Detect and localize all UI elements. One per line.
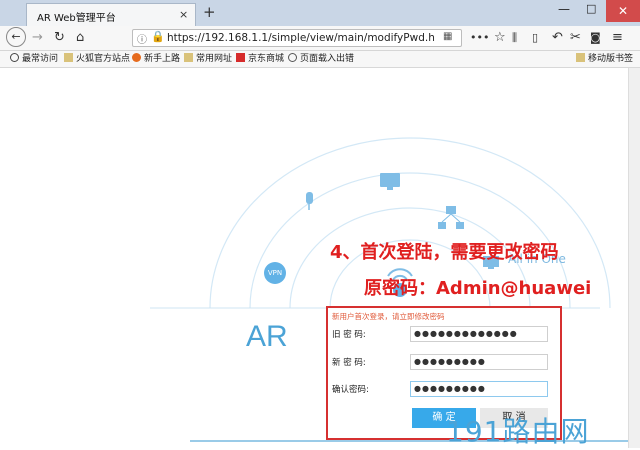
- maximize-button[interactable]: □: [586, 2, 596, 15]
- firefox-icon: [132, 53, 141, 62]
- back-icon[interactable]: ←: [6, 27, 26, 47]
- bookmark-label: 页面载入出错: [300, 54, 355, 64]
- bookmark-item-common-sites[interactable]: 常用网址: [184, 52, 232, 66]
- new-password-label: 新 密 码:: [332, 358, 366, 368]
- forward-icon[interactable]: →: [32, 26, 43, 50]
- ar-logo-text: AR: [246, 320, 288, 353]
- qr-icon[interactable]: ▦: [443, 31, 452, 42]
- bookmark-item-load-error[interactable]: 页面载入出错: [288, 52, 354, 66]
- close-window-button[interactable]: ✕: [606, 0, 640, 22]
- globe-icon: [288, 53, 297, 62]
- old-password-field[interactable]: ●●●●●●●●●●●●●: [410, 326, 548, 342]
- annotation-step: 4、首次登陆，需要更改密码: [330, 242, 559, 263]
- tab-strip: AR Web管理平台 × + — □ ✕: [0, 0, 640, 26]
- bookmark-label: 最常访问: [22, 54, 59, 64]
- form-hint: 新用户首次登录，请立即修改密码: [332, 312, 445, 321]
- info-icon[interactable]: ⓘ: [137, 31, 147, 46]
- gear-icon: [10, 53, 19, 62]
- confirm-password-label: 确认密码:: [332, 385, 369, 395]
- folder-icon: [576, 53, 585, 62]
- jd-icon: [236, 53, 245, 62]
- tab-title: AR Web管理平台: [37, 13, 116, 24]
- address-bar[interactable]: ⓘ 🔒 https://192.168.1.1/simple/view/main…: [132, 29, 462, 47]
- bookmark-star-icon[interactable]: ☆: [494, 26, 506, 50]
- minimize-button[interactable]: —: [558, 2, 570, 16]
- vpn-icon: VPN: [264, 262, 286, 284]
- monitor-icon: [380, 173, 400, 190]
- home-icon[interactable]: ⌂: [76, 26, 84, 50]
- confirm-password-field[interactable]: ●●●●●●●●●: [410, 381, 548, 397]
- new-tab-button[interactable]: +: [203, 4, 216, 20]
- bookmark-item-most-visited[interactable]: 最常访问: [10, 52, 58, 66]
- mobile-bookmarks-label: 移动版书签: [588, 54, 634, 64]
- tab-ar-web[interactable]: AR Web管理平台 ×: [26, 3, 196, 26]
- bookmark-label: 常用网址: [196, 54, 233, 64]
- undo-icon[interactable]: ↶: [552, 26, 563, 50]
- microphone-icon: [306, 192, 313, 210]
- new-password-field[interactable]: ●●●●●●●●●: [410, 354, 548, 370]
- library-icon[interactable]: ⫼: [512, 26, 517, 50]
- mobile-bookmarks[interactable]: 移动版书签: [576, 52, 633, 66]
- bookmark-label: 火狐官方站点: [76, 54, 131, 64]
- old-password-label: 旧 密 码:: [332, 330, 366, 340]
- url-text[interactable]: https://192.168.1.1/simple/view/main/mod…: [167, 32, 435, 44]
- bookmark-item-jd[interactable]: 京东商城: [236, 52, 284, 66]
- screenshot-icon[interactable]: ✂: [570, 26, 581, 50]
- bookmark-item-firefox-site[interactable]: 火狐官方站点: [64, 52, 130, 66]
- sidebar-icon[interactable]: ▯: [532, 26, 538, 50]
- chat-icon[interactable]: ◙: [590, 26, 601, 50]
- tab-close-icon[interactable]: ×: [179, 8, 188, 21]
- bookmark-item-getting-started[interactable]: 新手上路: [132, 52, 180, 66]
- vertical-scrollbar[interactable]: [628, 68, 640, 448]
- folder-icon: [184, 53, 193, 62]
- bookmarks-bar: 最常访问 火狐官方站点 新手上路 常用网址 京东商城 页面载入出错 移动版书签: [0, 51, 640, 68]
- annotation-original-password: 原密码：Admin@huawei: [364, 278, 592, 299]
- bookmark-label: 京东商城: [248, 54, 285, 64]
- lock-warning-icon[interactable]: 🔒: [151, 30, 165, 43]
- more-icon[interactable]: •••: [470, 26, 489, 50]
- menu-icon[interactable]: ≡: [612, 26, 623, 50]
- watermark: 191路由网: [446, 415, 590, 448]
- reload-icon[interactable]: ↻: [54, 26, 65, 50]
- folder-icon: [64, 53, 73, 62]
- bookmark-label: 新手上路: [144, 54, 181, 64]
